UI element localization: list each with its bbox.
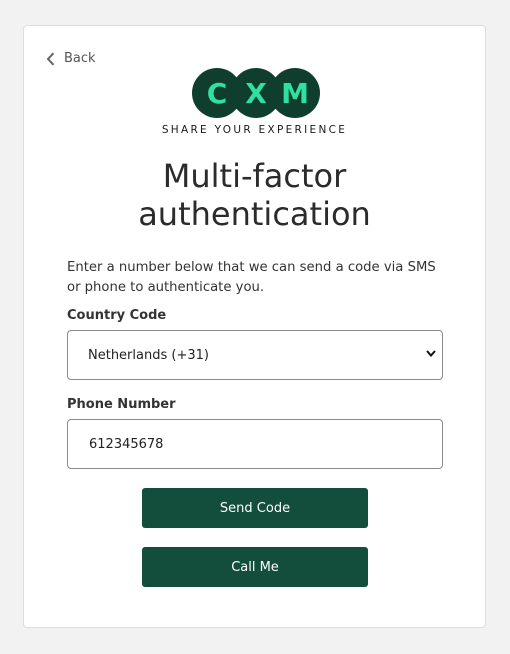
back-link[interactable]: Back: [46, 51, 96, 66]
page-title: Multi-factor authentication: [138, 157, 371, 233]
country-code-select[interactable]: Netherlands (+31): [67, 330, 443, 380]
back-label: Back: [64, 51, 96, 66]
phone-number-label: Phone Number: [67, 397, 176, 412]
phone-number-input[interactable]: [67, 419, 443, 469]
instructions-text: Enter a number below that we can send a …: [67, 260, 436, 295]
chevron-left-icon: [46, 52, 55, 65]
svg-text:M: M: [281, 77, 309, 110]
country-code-value: Netherlands (+31): [88, 347, 209, 363]
send-code-button[interactable]: Send Code: [142, 488, 368, 528]
auth-card: Back C X M SHARE YOUR EXPERIENCE Multi-f…: [23, 25, 486, 628]
svg-text:X: X: [245, 77, 267, 110]
call-me-button[interactable]: Call Me: [142, 547, 368, 587]
svg-text:C: C: [207, 77, 228, 110]
cxm-logo: C X M: [192, 68, 320, 118]
logo-tagline: SHARE YOUR EXPERIENCE: [161, 124, 348, 136]
chevron-down-icon: [426, 350, 436, 357]
country-code-label: Country Code: [67, 308, 167, 323]
